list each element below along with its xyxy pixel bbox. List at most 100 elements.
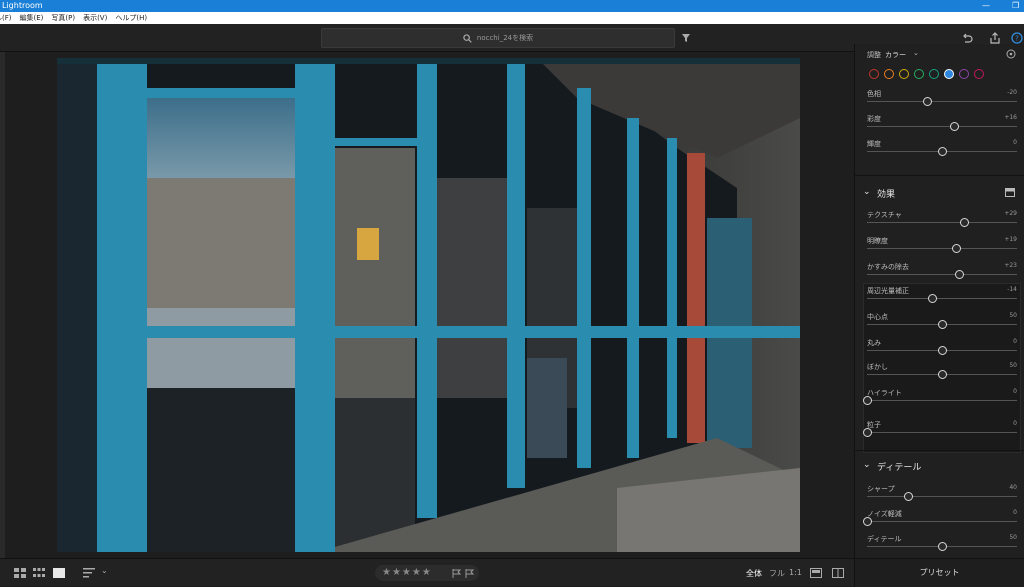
- vignette-highlights-track[interactable]: [867, 400, 1017, 401]
- clarity-value[interactable]: +19: [1004, 236, 1017, 243]
- flag-reject-icon[interactable]: [465, 569, 474, 578]
- vignette-feather-value[interactable]: 50: [1009, 362, 1017, 369]
- grain-slider[interactable]: 粒子 0: [863, 420, 1017, 442]
- vignette-highlights-value[interactable]: 0: [1013, 388, 1017, 395]
- menu-photo[interactable]: 写真(P): [51, 12, 75, 24]
- sharpening-slider[interactable]: シャープ 40: [867, 484, 1017, 506]
- color-swatch[interactable]: [899, 69, 909, 79]
- flag-pick-icon[interactable]: [452, 569, 461, 578]
- restore-icon[interactable]: ❐: [1012, 0, 1019, 12]
- vignette-roundness-thumb[interactable]: [938, 346, 947, 355]
- vignette-value[interactable]: -14: [1007, 286, 1017, 293]
- view-1to1-button[interactable]: 1:1: [789, 568, 802, 577]
- grid-view-icon[interactable]: [14, 568, 26, 578]
- noise-reduction-thumb[interactable]: [863, 517, 872, 526]
- texture-slider[interactable]: テクスチャ +29: [867, 210, 1017, 232]
- detail-slider[interactable]: ディテール 50: [867, 534, 1017, 556]
- grain-track[interactable]: [867, 432, 1017, 433]
- hue-track[interactable]: [867, 101, 1017, 102]
- color-swatch[interactable]: [944, 69, 954, 79]
- color-swatch[interactable]: [959, 69, 969, 79]
- vignette-feather-slider[interactable]: ぼかし 50: [867, 362, 1017, 384]
- target-adjust-icon[interactable]: [1006, 49, 1016, 59]
- vignette-highlights-slider[interactable]: ハイライト 0: [863, 388, 1017, 410]
- sharpening-track[interactable]: [867, 496, 1017, 497]
- noise-reduction-track[interactable]: [867, 521, 1017, 522]
- effects-header[interactable]: 効果: [877, 187, 895, 200]
- presets-button[interactable]: プリセット: [854, 559, 1024, 587]
- texture-value[interactable]: +29: [1004, 210, 1017, 217]
- luminance-value[interactable]: 0: [1013, 139, 1017, 146]
- vignette-thumb[interactable]: [927, 294, 937, 303]
- sort-chevron-icon[interactable]: ⌄: [101, 566, 108, 575]
- grain-value[interactable]: 0: [1013, 420, 1017, 427]
- vignette-roundness-value[interactable]: 0: [1013, 338, 1017, 345]
- share-icon[interactable]: [989, 32, 1001, 44]
- minimize-icon[interactable]: —: [982, 0, 990, 12]
- saturation-thumb[interactable]: [950, 122, 959, 131]
- vignette-midpoint-value[interactable]: 50: [1009, 312, 1017, 319]
- view-fill-button[interactable]: フル: [769, 568, 785, 579]
- view-fit-button[interactable]: 全体: [746, 568, 762, 579]
- texture-track[interactable]: [867, 222, 1017, 223]
- square-grid-icon[interactable]: [33, 568, 45, 578]
- rating-stars[interactable]: ★★★★★: [382, 567, 432, 578]
- sort-icon[interactable]: [83, 568, 96, 578]
- vignette-midpoint-thumb[interactable]: [938, 320, 947, 329]
- filter-icon[interactable]: [681, 33, 691, 43]
- noise-reduction-slider[interactable]: ノイズ軽減 0: [863, 509, 1017, 531]
- dehaze-track[interactable]: [867, 274, 1017, 275]
- before-after-icon[interactable]: [810, 568, 822, 578]
- detail-thumb[interactable]: [938, 542, 947, 551]
- effects-preset-icon[interactable]: [1005, 188, 1015, 197]
- dehaze-slider[interactable]: かすみの除去 +23: [867, 262, 1017, 284]
- detail-chevron-icon[interactable]: ⌄: [863, 460, 871, 470]
- detail-header[interactable]: ディテール: [877, 460, 921, 473]
- search-box[interactable]: nocchi_24を検索: [321, 28, 675, 48]
- saturation-value[interactable]: +16: [1004, 114, 1017, 121]
- saturation-track[interactable]: [867, 126, 1017, 127]
- presets-label[interactable]: プリセット: [920, 568, 960, 577]
- grain-thumb[interactable]: [863, 428, 872, 437]
- hue-thumb[interactable]: [923, 97, 932, 106]
- color-swatch[interactable]: [974, 69, 984, 79]
- hue-value[interactable]: -20: [1007, 89, 1017, 96]
- detail-value[interactable]: 50: [1009, 534, 1017, 541]
- vignette-midpoint-slider[interactable]: 中心点 50: [867, 312, 1017, 334]
- mixer-mode-dropdown[interactable]: カラー: [885, 50, 906, 60]
- color-swatch[interactable]: [884, 69, 894, 79]
- help-icon[interactable]: ?: [1011, 32, 1023, 44]
- luminance-thumb[interactable]: [938, 147, 947, 156]
- menu-view[interactable]: 表示(V): [83, 12, 107, 24]
- menu-help[interactable]: ヘルプ(H): [115, 12, 147, 24]
- vignette-track[interactable]: [867, 298, 1017, 299]
- undo-icon[interactable]: [961, 32, 973, 44]
- sharpening-value[interactable]: 40: [1009, 484, 1017, 491]
- dehaze-value[interactable]: +23: [1004, 262, 1017, 269]
- clarity-thumb[interactable]: [952, 244, 962, 253]
- star-rating[interactable]: ★★★★★: [375, 565, 479, 581]
- vignette-roundness-slider[interactable]: 丸み 0: [867, 338, 1017, 360]
- sharpening-thumb[interactable]: [903, 492, 913, 501]
- color-swatch[interactable]: [914, 69, 924, 79]
- clarity-track[interactable]: [867, 248, 1017, 249]
- hue-slider[interactable]: 色相 -20: [867, 89, 1017, 111]
- vignette-feather-thumb[interactable]: [938, 370, 947, 379]
- menu-file[interactable]: ファイル(F): [0, 12, 12, 24]
- detail-view-icon[interactable]: [53, 568, 65, 578]
- saturation-slider[interactable]: 彩度 +16: [867, 114, 1017, 136]
- noise-reduction-value[interactable]: 0: [1013, 509, 1017, 516]
- compare-view-icon[interactable]: [832, 568, 844, 578]
- color-swatch[interactable]: [869, 69, 879, 79]
- luminance-slider[interactable]: 輝度 0: [867, 139, 1017, 161]
- color-swatch[interactable]: [929, 69, 939, 79]
- clarity-slider[interactable]: 明瞭度 +19: [867, 236, 1017, 258]
- dehaze-thumb[interactable]: [955, 270, 965, 279]
- photo-preview[interactable]: [57, 58, 800, 552]
- texture-thumb[interactable]: [959, 218, 969, 227]
- vignette-slider[interactable]: 周辺光量補正 -14: [867, 286, 1017, 308]
- chevron-down-icon[interactable]: ⌄: [913, 49, 919, 57]
- vignette-highlights-thumb[interactable]: [863, 396, 872, 405]
- menu-edit[interactable]: 編集(E): [20, 12, 44, 24]
- effects-chevron-icon[interactable]: ⌄: [863, 187, 871, 197]
